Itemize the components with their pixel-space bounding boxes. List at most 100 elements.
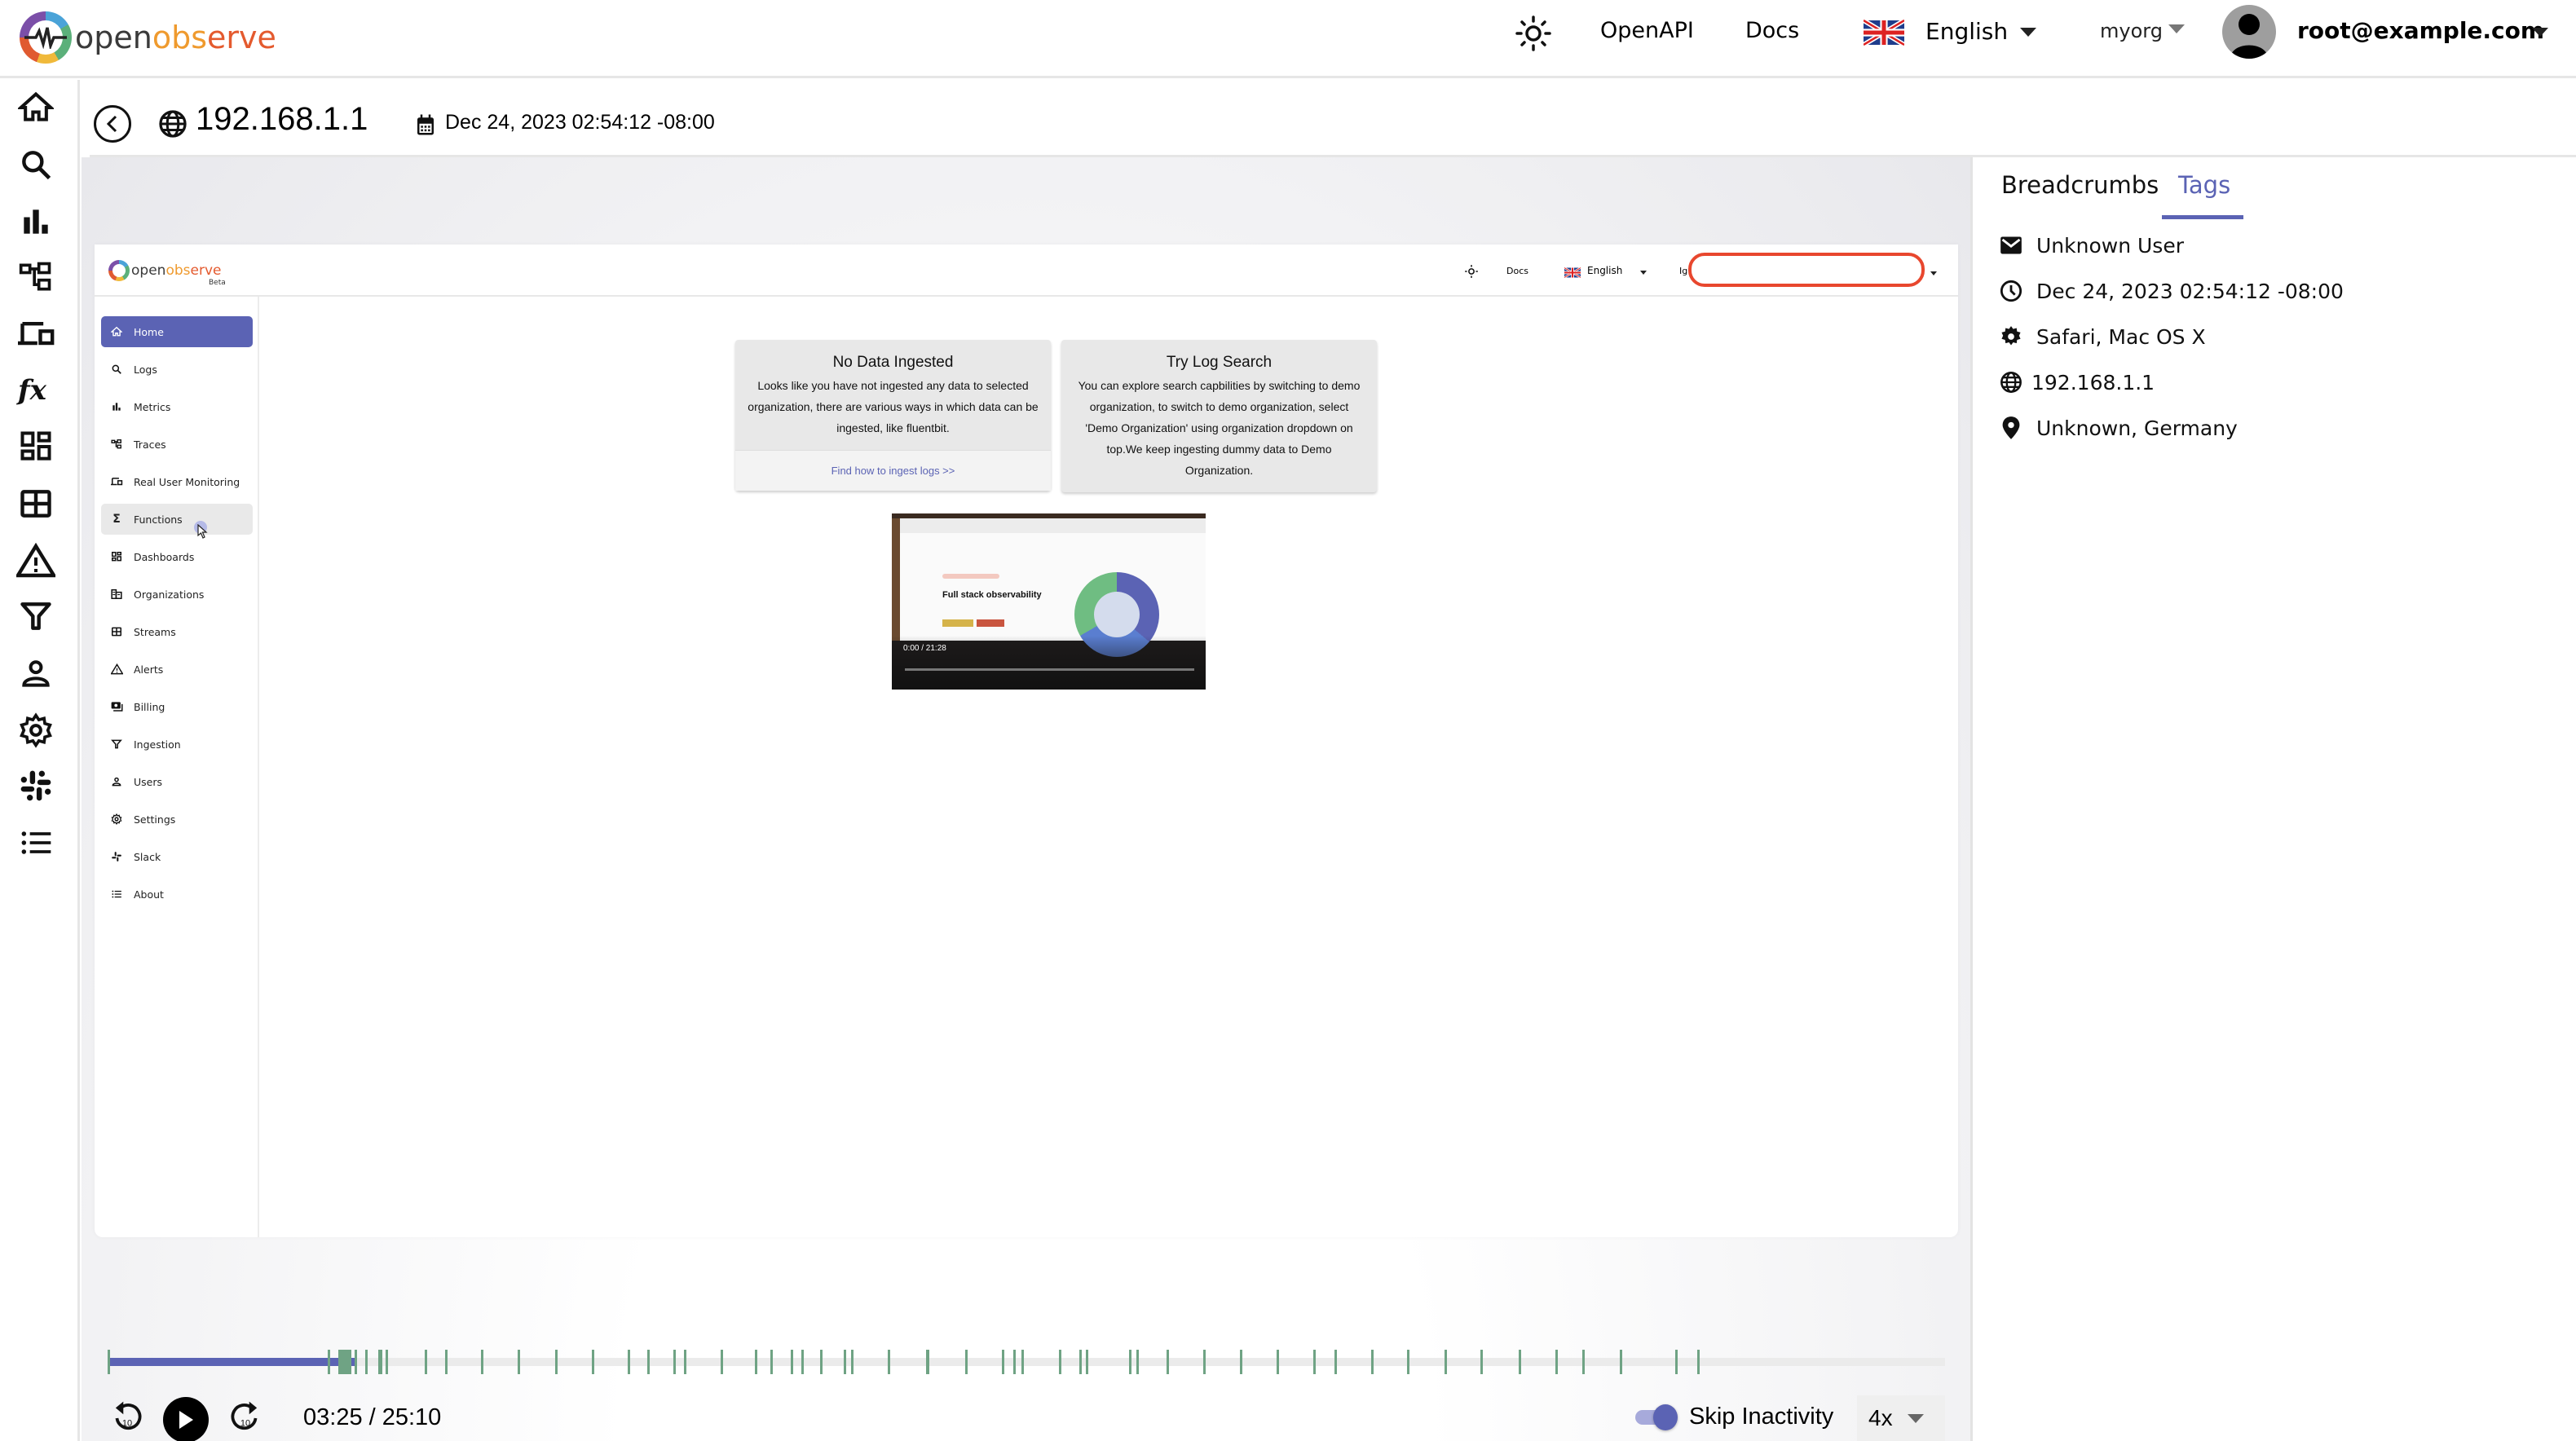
activity-marker[interactable] — [801, 1350, 805, 1374]
activity-marker[interactable] — [1334, 1350, 1337, 1374]
activity-marker[interactable] — [1086, 1350, 1089, 1374]
activity-marker[interactable] — [964, 1350, 968, 1374]
docs-link[interactable]: Docs — [1745, 18, 1799, 43]
divider — [1970, 157, 1973, 1441]
activity-marker[interactable] — [887, 1350, 890, 1374]
activity-marker[interactable] — [1058, 1350, 1061, 1374]
playback-timeline[interactable] — [108, 1350, 1945, 1374]
filter-icon — [20, 602, 51, 630]
activity-marker[interactable] — [755, 1350, 758, 1374]
activity-marker[interactable] — [108, 1350, 110, 1374]
activity-marker[interactable] — [1518, 1350, 1521, 1374]
activity-marker[interactable] — [1276, 1350, 1279, 1374]
avatar[interactable] — [2222, 5, 2276, 59]
chevron-down-icon — [1640, 271, 1647, 275]
activity-marker[interactable] — [850, 1350, 854, 1374]
activity-marker[interactable] — [1674, 1350, 1678, 1374]
replay-sidebar: Home Logs Metrics Traces Real User Monit… — [95, 297, 259, 1237]
activity-marker[interactable] — [1002, 1350, 1005, 1374]
activity-marker[interactable] — [1136, 1350, 1139, 1374]
nav-slack[interactable] — [16, 766, 55, 805]
language-selector[interactable]: English — [1925, 18, 2008, 45]
activity-marker[interactable] — [790, 1350, 793, 1374]
nav-streams[interactable] — [16, 484, 55, 523]
activity-marker[interactable] — [1619, 1350, 1622, 1374]
skip-inactivity-toggle[interactable] — [1635, 1404, 1678, 1430]
activity-marker[interactable] — [555, 1350, 558, 1374]
forward-10-button[interactable]: 10 — [230, 1400, 261, 1439]
nav-settings[interactable] — [16, 711, 55, 750]
nav-users[interactable] — [16, 654, 55, 693]
activity-marker[interactable] — [355, 1350, 358, 1374]
activity-marker[interactable] — [1166, 1350, 1169, 1374]
activity-marker[interactable] — [364, 1350, 368, 1374]
activity-marker[interactable] — [628, 1350, 631, 1374]
nav-traces[interactable] — [16, 258, 55, 297]
activity-marker[interactable] — [1202, 1350, 1206, 1374]
nav-metrics[interactable] — [16, 202, 55, 241]
user-menu[interactable]: root@example.com — [2297, 17, 2544, 44]
devices-icon — [18, 321, 55, 346]
play-button[interactable] — [163, 1397, 209, 1441]
slack-icon — [108, 851, 126, 862]
activity-marker[interactable] — [379, 1350, 382, 1374]
activity-marker[interactable] — [1370, 1350, 1374, 1374]
nav-ingestion[interactable] — [16, 597, 55, 636]
activity-marker[interactable] — [348, 1350, 351, 1374]
activity-marker[interactable] — [444, 1350, 448, 1374]
activity-marker[interactable] — [1021, 1350, 1025, 1374]
activity-marker[interactable] — [646, 1350, 650, 1374]
activity-marker[interactable] — [770, 1350, 774, 1374]
nav-home[interactable] — [16, 88, 55, 127]
warning-icon — [108, 663, 126, 675]
activity-marker[interactable] — [844, 1350, 847, 1374]
activity-marker[interactable] — [592, 1350, 595, 1374]
activity-marker[interactable] — [720, 1350, 723, 1374]
activity-marker[interactable] — [1444, 1350, 1447, 1374]
theme-toggle-button[interactable] — [1515, 15, 1552, 55]
nav-logs[interactable] — [16, 145, 55, 184]
activity-marker[interactable] — [927, 1350, 930, 1374]
activity-marker[interactable] — [1555, 1350, 1558, 1374]
activity-marker[interactable] — [1079, 1350, 1083, 1374]
activity-marker[interactable] — [327, 1350, 330, 1374]
activity-marker[interactable] — [424, 1350, 427, 1374]
tab-breadcrumbs[interactable]: Breadcrumbs — [2001, 171, 2159, 199]
activity-marker[interactable] — [673, 1350, 676, 1374]
activity-marker[interactable] — [481, 1350, 483, 1374]
activity-marker[interactable] — [1407, 1350, 1410, 1374]
activity-marker[interactable] — [1128, 1350, 1131, 1374]
activity-marker[interactable] — [1480, 1350, 1484, 1374]
activity-marker[interactable] — [819, 1350, 823, 1374]
nav-dashboards[interactable] — [16, 427, 55, 466]
replay-viewport[interactable]: openobserve Beta Docs English Ig Home Lo… — [95, 245, 1958, 1237]
back-button[interactable] — [94, 105, 131, 143]
uk-flag-icon — [1564, 266, 1581, 279]
activity-marker[interactable] — [683, 1350, 686, 1374]
logo-mark-icon — [108, 260, 130, 281]
chevron-down-icon[interactable] — [2532, 28, 2548, 37]
function-icon: fx — [16, 374, 47, 407]
chevron-down-icon[interactable] — [2020, 28, 2036, 37]
activity-marker[interactable] — [1239, 1350, 1242, 1374]
nav-alerts[interactable] — [16, 541, 55, 580]
activity-marker[interactable] — [518, 1350, 521, 1374]
openobserve-logo[interactable]: openobserve — [20, 7, 276, 68]
nav-about[interactable] — [16, 823, 55, 862]
activity-marker[interactable] — [1312, 1350, 1316, 1374]
replay-menu-item: Alerts — [101, 654, 253, 685]
openapi-link[interactable]: OpenAPI — [1600, 18, 1694, 43]
org-selector[interactable]: myorg — [2100, 20, 2163, 42]
nav-functions[interactable]: fx — [16, 370, 55, 409]
activity-marker[interactable] — [386, 1350, 389, 1374]
activity-marker[interactable] — [1581, 1350, 1585, 1374]
chevron-down-icon[interactable] — [2168, 24, 2185, 33]
svg-text:fx: fx — [16, 374, 47, 407]
rewind-10-button[interactable]: 10 — [112, 1400, 143, 1439]
playback-speed-select[interactable]: 4x — [1857, 1395, 1945, 1441]
activity-marker[interactable] — [1013, 1350, 1017, 1374]
tab-tags[interactable]: Tags — [2178, 171, 2230, 199]
activity-marker[interactable] — [1697, 1350, 1700, 1374]
nav-rum[interactable] — [16, 315, 55, 354]
replay-docs-link: Docs — [1506, 266, 1528, 276]
